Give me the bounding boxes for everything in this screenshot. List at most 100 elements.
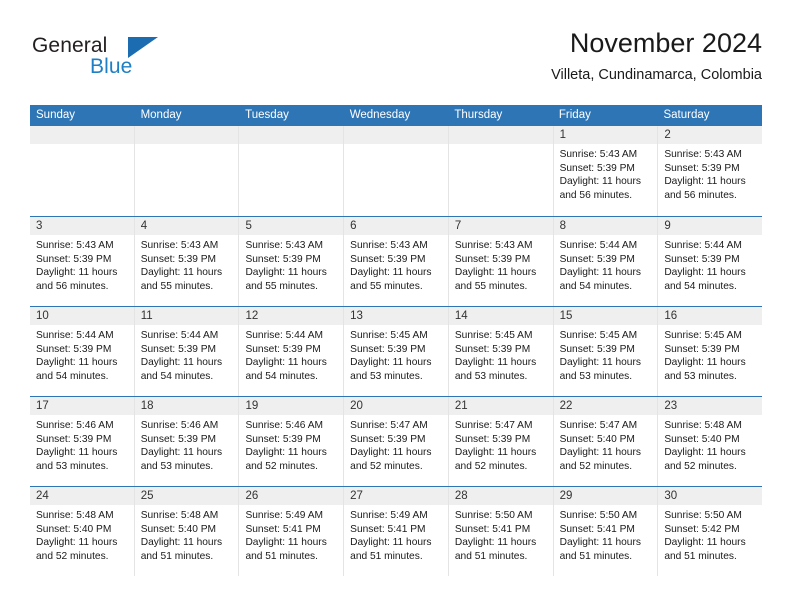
day-number: 12 [239, 307, 344, 325]
weekday-header-saturday: Saturday [663, 109, 710, 121]
sunrise-text: Sunrise: 5:48 AM [140, 510, 219, 521]
day-details: Sunrise: 5:43 AM Sunset: 5:39 PM Daylight:… [554, 144, 658, 202]
calendar-week-row: 10 Sunrise: 5:44 AM Sunset: 5:39 PM Dayligh… [30, 306, 763, 396]
day-details: Sunrise: 5:48 AM Sunset: 5:40 PM Daylight:… [30, 505, 134, 563]
calendar-day-cell[interactable]: 28 Sunrise: 5:50 AM Sunset: 5:41 PM Dayligh… [448, 487, 554, 576]
calendar-day-cell[interactable]: 20 Sunrise: 5:47 AM Sunset: 5:39 PM Dayligh… [344, 397, 449, 486]
sunrise-text: Sunrise: 5:47 AM [454, 420, 533, 431]
calendar-day-cell[interactable]: 15 Sunrise: 5:45 AM Sunset: 5:39 PM Dayligh… [553, 307, 659, 396]
calendar-day-cell[interactable]: 23 Sunrise: 5:48 AM Sunset: 5:40 PM Dayligh… [658, 397, 763, 486]
day-number: 30 [658, 487, 763, 505]
calendar-day-cell[interactable]: 17 Sunrise: 5:46 AM Sunset: 5:39 PM Dayligh… [30, 397, 135, 486]
day-number: 23 [658, 397, 763, 415]
calendar-day-cell[interactable]: 26 Sunrise: 5:49 AM Sunset: 5:41 PM Dayligh… [239, 487, 345, 576]
calendar-day-cell-empty [344, 126, 449, 216]
daylight-text: Daylight: 11 hours and 51 minutes. [664, 537, 746, 562]
weekday-header-monday: Monday [140, 109, 182, 121]
sunrise-text: Sunrise: 5:50 AM [664, 510, 742, 521]
day-details: Sunrise: 5:45 AM Sunset: 5:39 PM Daylight:… [344, 325, 448, 383]
calendar-day-cell[interactable]: 8 Sunrise: 5:44 AM Sunset: 5:39 PM Daylight… [553, 217, 659, 306]
day-number: 13 [344, 307, 448, 325]
calendar-week-row: 1 Sunrise: 5:43 AM Sunset: 5:39 PM Daylight… [30, 126, 763, 216]
calendar-day-cell[interactable]: 22 Sunrise: 5:47 AM Sunset: 5:40 PM Dayligh… [553, 397, 659, 486]
calendar-day-cell[interactable]: 2 Sunrise: 5:43 AM Sunset: 5:39 PM Daylight… [658, 126, 763, 216]
calendar-day-cell[interactable]: 12 Sunrise: 5:44 AM Sunset: 5:39 PM Dayligh… [239, 307, 345, 396]
calendar-day-cell[interactable]: 16 Sunrise: 5:45 AM Sunset: 5:39 PM Dayligh… [658, 307, 763, 396]
calendar-day-cell[interactable]: 3 Sunrise: 5:43 AM Sunset: 5:39 PM Daylight… [30, 217, 135, 306]
calendar-day-cell[interactable]: 25 Sunrise: 5:48 AM Sunset: 5:40 PM Dayligh… [134, 487, 240, 576]
sunset-text: Sunset: 5:41 PM [454, 523, 531, 535]
day-details: Sunrise: 5:43 AM Sunset: 5:39 PM Daylight:… [658, 144, 762, 202]
calendar-day-cell[interactable]: 9 Sunrise: 5:44 AM Sunset: 5:39 PM Daylight… [658, 217, 763, 306]
day-details: Sunrise: 5:47 AM Sunset: 5:40 PM Daylight:… [554, 415, 658, 473]
daylight-text: Daylight: 11 hours and 56 minutes. [559, 176, 641, 201]
day-number: 22 [553, 397, 658, 415]
daylight-text: Daylight: 11 hours and 55 minutes. [454, 267, 537, 292]
day-number: 1 [553, 126, 658, 144]
sunrise-text: Sunrise: 5:48 AM [36, 510, 114, 521]
day-details: Sunrise: 5:43 AM Sunset: 5:39 PM Daylight:… [135, 235, 239, 293]
day-number [239, 126, 344, 144]
daylight-text: Daylight: 11 hours and 55 minutes. [350, 267, 432, 292]
sunset-text: Sunset: 5:40 PM [36, 523, 112, 535]
daylight-text: Daylight: 11 hours and 53 minutes. [559, 357, 641, 382]
day-number: 5 [239, 217, 344, 235]
calendar-day-cell[interactable]: 6 Sunrise: 5:43 AM Sunset: 5:39 PM Daylight… [344, 217, 449, 306]
calendar-day-cell[interactable]: 14 Sunrise: 5:45 AM Sunset: 5:39 PM Dayligh… [448, 307, 554, 396]
sunset-text: Sunset: 5:39 PM [454, 343, 531, 355]
calendar-day-cell[interactable]: 10 Sunrise: 5:44 AM Sunset: 5:39 PM Dayligh… [30, 307, 135, 396]
calendar-day-cell[interactable]: 1 Sunrise: 5:43 AM Sunset: 5:39 PM Daylight… [553, 126, 659, 216]
calendar-page: General Blue November 2024 Villeta, Cund… [0, 0, 792, 612]
calendar-day-cell[interactable]: 11 Sunrise: 5:44 AM Sunset: 5:39 PM Dayligh… [134, 307, 240, 396]
day-details: Sunrise: 5:46 AM Sunset: 5:39 PM Daylight:… [30, 415, 134, 473]
calendar-day-cell[interactable]: 18 Sunrise: 5:46 AM Sunset: 5:39 PM Dayligh… [134, 397, 240, 486]
weekday-header-friday: Friday [558, 109, 591, 121]
daylight-text: Daylight: 11 hours and 54 minutes. [245, 357, 327, 382]
day-details: Sunrise: 5:50 AM Sunset: 5:41 PM Daylight:… [449, 505, 553, 563]
daylight-text: Daylight: 11 hours and 51 minutes. [245, 537, 327, 562]
calendar-day-cell[interactable]: 30 Sunrise: 5:50 AM Sunset: 5:42 PM Dayligh… [658, 487, 763, 576]
day-number [448, 126, 553, 144]
daylight-text: Daylight: 11 hours and 55 minutes. [245, 267, 327, 292]
sunrise-text: Sunrise: 5:43 AM [36, 240, 114, 251]
day-details: Sunrise: 5:49 AM Sunset: 5:41 PM Daylight:… [344, 505, 448, 563]
sunset-text: Sunset: 5:39 PM [350, 433, 426, 445]
calendar-day-cell[interactable]: 24 Sunrise: 5:48 AM Sunset: 5:40 PM Dayligh… [30, 487, 135, 576]
day-details: Sunrise: 5:50 AM Sunset: 5:41 PM Daylight:… [554, 505, 658, 563]
daylight-text: Daylight: 11 hours and 52 minutes. [664, 447, 746, 472]
sunset-text: Sunset: 5:39 PM [245, 343, 321, 355]
sunrise-text: Sunrise: 5:45 AM [559, 330, 638, 341]
sunrise-text: Sunrise: 5:47 AM [350, 420, 428, 431]
sunrise-text: Sunrise: 5:44 AM [664, 240, 742, 251]
calendar-day-cell[interactable]: 29 Sunrise: 5:50 AM Sunset: 5:41 PM Dayligh… [553, 487, 659, 576]
calendar-day-cell[interactable]: 13 Sunrise: 5:45 AM Sunset: 5:39 PM Dayligh… [344, 307, 449, 396]
sunrise-text: Sunrise: 5:43 AM [245, 240, 324, 251]
calendar-day-cell[interactable]: 7 Sunrise: 5:43 AM Sunset: 5:39 PM Daylight… [448, 217, 554, 306]
calendar-week-row: 24 Sunrise: 5:48 AM Sunset: 5:40 PM Dayligh… [30, 486, 763, 576]
weekday-header-thursday: Thursday [454, 109, 503, 121]
sunrise-text: Sunrise: 5:43 AM [140, 240, 219, 251]
sunset-text: Sunset: 5:39 PM [664, 253, 740, 265]
calendar-day-cell[interactable]: 4 Sunrise: 5:43 AM Sunset: 5:39 PM Daylight… [134, 217, 240, 306]
calendar-day-cell[interactable]: 19 Sunrise: 5:46 AM Sunset: 5:39 PM Dayligh… [239, 397, 345, 486]
sunrise-text: Sunrise: 5:43 AM [350, 240, 428, 251]
day-number: 7 [448, 217, 553, 235]
calendar-day-cell[interactable]: 27 Sunrise: 5:49 AM Sunset: 5:41 PM Dayligh… [344, 487, 449, 576]
weekday-header-wednesday: Wednesday [349, 109, 411, 121]
sunset-text: Sunset: 5:39 PM [559, 343, 635, 355]
day-details: Sunrise: 5:44 AM Sunset: 5:39 PM Daylight:… [135, 325, 239, 383]
day-number: 4 [134, 217, 239, 235]
calendar-day-cell[interactable]: 21 Sunrise: 5:47 AM Sunset: 5:39 PM Dayligh… [448, 397, 554, 486]
sunset-text: Sunset: 5:39 PM [454, 253, 531, 265]
day-number: 6 [344, 217, 448, 235]
day-details: Sunrise: 5:45 AM Sunset: 5:39 PM Daylight:… [449, 325, 553, 383]
daylight-text: Daylight: 11 hours and 52 minutes. [559, 447, 641, 472]
daylight-text: Daylight: 11 hours and 53 minutes. [664, 357, 746, 382]
calendar-day-cell[interactable]: 5 Sunrise: 5:43 AM Sunset: 5:39 PM Daylight… [239, 217, 345, 306]
title-block: November 2024 Villeta, Cundinamarca, Col… [551, 26, 762, 86]
calendar-week-row: 17 Sunrise: 5:46 AM Sunset: 5:39 PM Dayligh… [30, 396, 763, 486]
daylight-text: Daylight: 11 hours and 53 minutes. [454, 357, 537, 382]
day-number: 27 [344, 487, 448, 505]
logo-text-blue: Blue [90, 55, 133, 78]
sunrise-text: Sunrise: 5:43 AM [454, 240, 533, 251]
